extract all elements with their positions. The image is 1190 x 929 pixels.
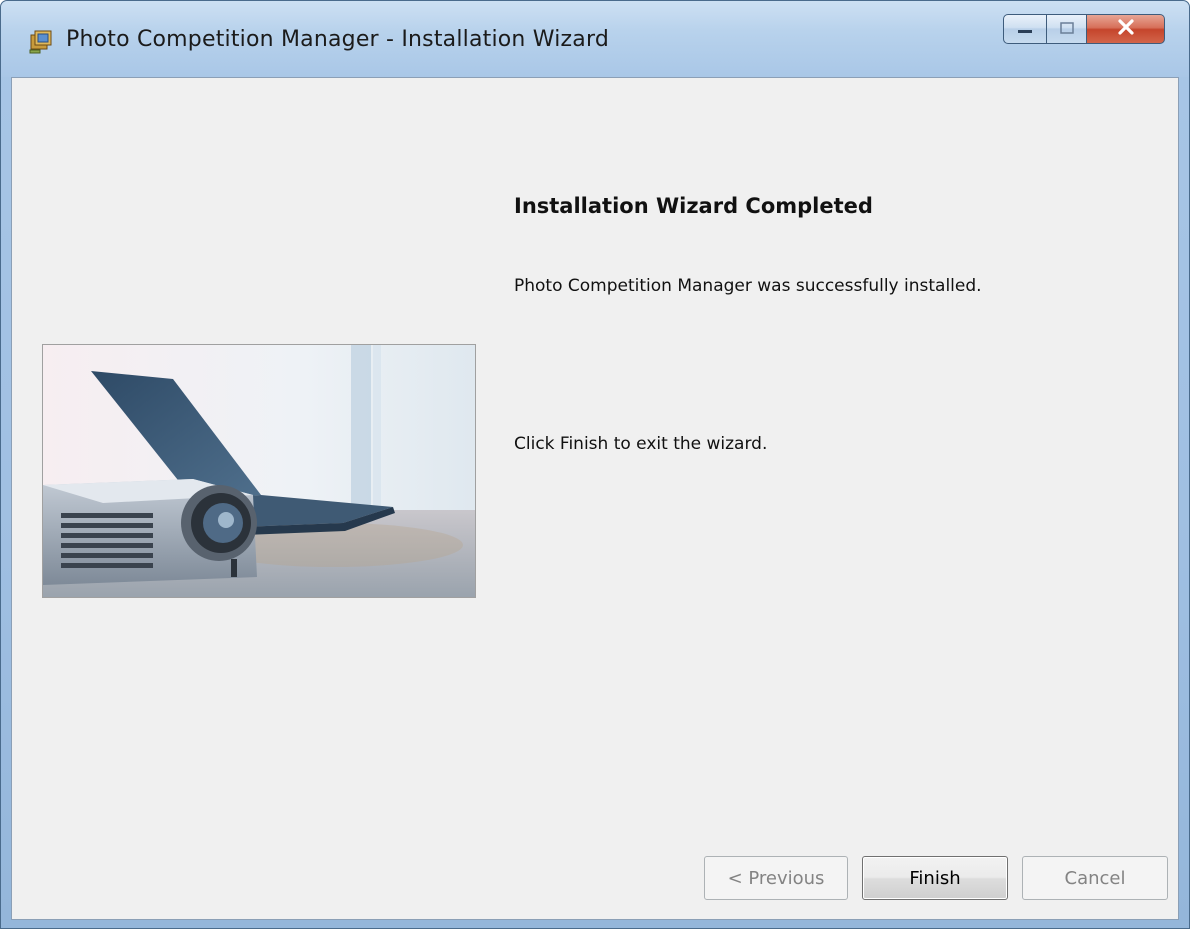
minimize-button[interactable] [1003, 14, 1047, 44]
maximize-button[interactable] [1047, 14, 1087, 44]
close-icon [1117, 19, 1135, 39]
hero-image [42, 344, 476, 598]
completion-heading: Installation Wizard Completed [514, 194, 873, 218]
wizard-panel: Installation Wizard Completed Photo Comp… [11, 77, 1179, 920]
maximize-icon [1059, 20, 1075, 39]
title-bar[interactable]: Photo Competition Manager - Installation… [1, 1, 1189, 77]
minimize-icon [1016, 20, 1034, 39]
installer-icon [28, 27, 56, 55]
cancel-button[interactable]: Cancel [1022, 856, 1168, 900]
close-button[interactable] [1087, 14, 1165, 44]
success-message: Photo Competition Manager was successful… [514, 276, 982, 296]
exit-instruction: Click Finish to exit the wizard. [514, 434, 768, 454]
finish-button[interactable]: Finish [862, 856, 1008, 900]
window-title: Photo Competition Manager - Installation… [66, 27, 610, 52]
projector-and-laptop-photo [43, 345, 475, 597]
installer-window: Photo Competition Manager - Installation… [0, 0, 1190, 929]
previous-button[interactable]: < Previous [704, 856, 848, 900]
caption-buttons [1003, 14, 1165, 46]
